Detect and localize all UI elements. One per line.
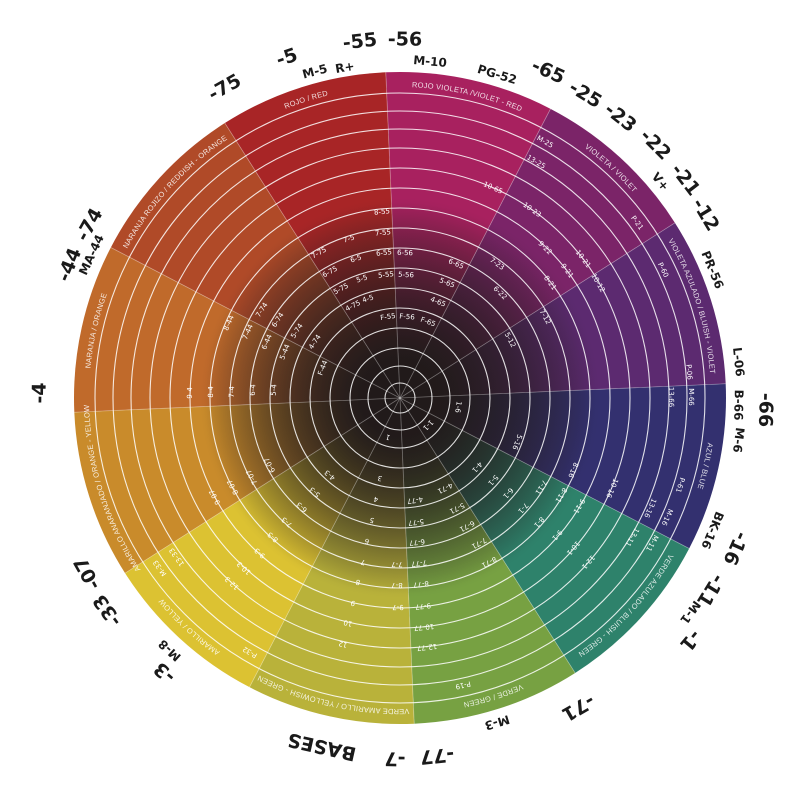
mix-code-label: M-66 bbox=[687, 388, 695, 406]
outer-code-label: -65 bbox=[528, 54, 568, 88]
outer-code-label: -1 bbox=[675, 625, 705, 655]
color-wheel: ROJO VIOLETA /VIOLET - REDVIOLETA / VIOL… bbox=[28, 28, 777, 769]
outer-code-label: M-1 bbox=[677, 598, 703, 627]
mix-code-label: 7-4 bbox=[228, 386, 236, 398]
outer-code-label: -56 bbox=[388, 28, 423, 50]
mix-code-label: 13-66 bbox=[667, 387, 675, 408]
mix-code-label: 9-7 bbox=[392, 603, 404, 611]
outer-code-label: -7 bbox=[384, 747, 405, 769]
outer-code-label: -33 bbox=[89, 590, 127, 631]
outer-code-label: -21 bbox=[666, 159, 704, 200]
mix-code-label: 8-55 bbox=[374, 207, 391, 216]
outer-code-label: R+ bbox=[334, 59, 355, 76]
mix-code-label: 6-4 bbox=[249, 384, 258, 396]
outer-code-label: M-8 bbox=[156, 637, 184, 664]
outer-code-label: -25 bbox=[565, 76, 606, 113]
mix-code-label: 5-56 bbox=[398, 271, 415, 280]
mix-code-label: 7-55 bbox=[375, 228, 392, 238]
outer-code-label: -75 bbox=[204, 70, 245, 106]
outer-code-label: M-10 bbox=[413, 53, 448, 70]
outer-code-label: -4 bbox=[28, 382, 50, 403]
outer-code-label: -16 bbox=[718, 528, 752, 568]
mix-code-label: P-06 bbox=[684, 364, 693, 381]
outer-code-label: -07 bbox=[70, 553, 106, 594]
outer-code-label: -5 bbox=[273, 44, 300, 72]
outer-code-label: B-66 bbox=[731, 389, 746, 420]
outer-code-label: M-5 bbox=[301, 62, 329, 82]
outer-code-label: -12 bbox=[687, 194, 724, 235]
outer-code-label: -71 bbox=[558, 689, 599, 725]
mix-code-label: 7-7 bbox=[391, 560, 403, 568]
mix-code-label: 8-7 bbox=[391, 581, 403, 589]
mix-code-label: 6-56 bbox=[397, 249, 414, 258]
mix-code-label: 9-4 bbox=[186, 387, 194, 399]
mix-code-label: 5-4 bbox=[270, 384, 279, 396]
outer-code-label: -55 bbox=[342, 29, 379, 55]
outer-code-label: -23 bbox=[600, 98, 641, 137]
outer-code-label: M-3 bbox=[483, 712, 511, 733]
outer-code-label: L-06 bbox=[730, 347, 747, 378]
mix-code-label: F-56 bbox=[399, 312, 416, 321]
outer-code-label: M-6 bbox=[730, 427, 747, 454]
mix-code-label: 8-4 bbox=[207, 386, 215, 398]
outer-code-label: -22 bbox=[635, 125, 675, 165]
outer-code-label: BASES bbox=[286, 728, 359, 765]
outer-code-label: -66 bbox=[754, 392, 777, 427]
outer-code-label: -77 bbox=[419, 743, 455, 768]
